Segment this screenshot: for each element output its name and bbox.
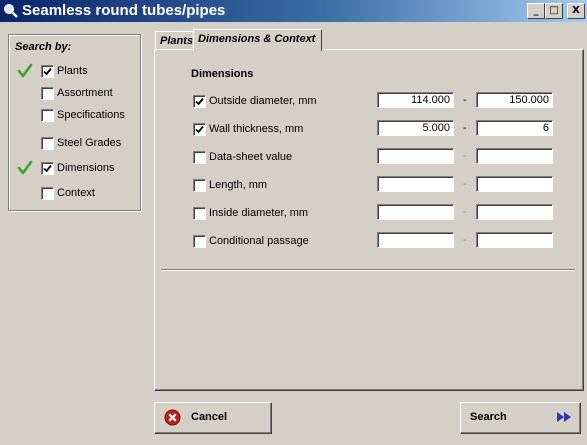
dimension-checkbox[interactable] — [193, 235, 206, 248]
dimension-row: Conditional passage - — [193, 232, 563, 250]
dimension-label: Data-sheet value — [209, 151, 293, 163]
dimensions-title: Dimensions — [191, 68, 254, 80]
title-bar[interactable]: Seamless round tubes/pipes _ □ X — [0, 0, 587, 22]
range-separator: - — [463, 206, 467, 218]
search-by-item-context[interactable]: Context — [9, 186, 140, 202]
search-by-item-specifications[interactable]: Specifications — [9, 108, 140, 124]
range-separator: - — [463, 178, 467, 190]
dimension-to-input[interactable] — [476, 204, 553, 220]
dimension-row: Wall thickness, mm 5.000-6 — [193, 120, 563, 138]
dimension-row: Outside diameter, mm 114.000-150.000 — [193, 92, 563, 110]
search-by-item-dimensions[interactable]: Dimensions — [9, 160, 140, 177]
dimension-to-input[interactable] — [476, 148, 553, 164]
search-by-checkbox[interactable] — [41, 162, 54, 175]
green-checkmark-icon — [17, 160, 33, 176]
dimension-to-input[interactable] — [476, 176, 553, 192]
search-button[interactable]: Search — [460, 402, 581, 434]
tab-dimensions-context[interactable]: Dimensions & Context — [193, 29, 322, 51]
search-by-item-label: Dimensions — [57, 162, 115, 174]
dimensions-context-panel: Dimensions Outside diameter, mm 114.000-1… — [154, 49, 584, 391]
dimension-checkbox[interactable] — [193, 95, 206, 108]
search-by-checkbox[interactable] — [41, 187, 54, 200]
dimension-from-input[interactable] — [377, 232, 454, 248]
dimension-checkbox[interactable] — [193, 207, 206, 220]
dimension-label: Inside diameter, mm — [209, 207, 309, 219]
dimension-checkbox[interactable] — [193, 123, 206, 136]
search-by-title: Search by: — [15, 41, 72, 53]
range-separator: - — [463, 94, 467, 106]
dimension-to-input[interactable] — [476, 232, 553, 248]
tab-plants[interactable]: Plants — [155, 31, 198, 51]
dimension-checkbox[interactable] — [193, 179, 206, 192]
separator — [161, 269, 575, 271]
dimension-from-input[interactable]: 5.000 — [377, 120, 454, 136]
search-by-item-label: Specifications — [57, 109, 125, 121]
search-by-item-label: Steel Grades — [57, 137, 122, 149]
dimension-row: Length, mm - — [193, 176, 563, 194]
search-by-checkbox[interactable] — [41, 87, 54, 100]
dimension-row: Data-sheet value - — [193, 148, 563, 166]
dimension-from-input[interactable] — [377, 204, 454, 220]
cancel-button[interactable]: Cancel — [154, 402, 272, 434]
search-by-item-label: Plants — [57, 65, 88, 77]
search-by-item-assortment[interactable]: Assortment — [9, 86, 140, 102]
dimension-from-input[interactable] — [377, 176, 454, 192]
search-by-item-label: Context — [57, 187, 95, 199]
dimension-from-input[interactable] — [377, 148, 454, 164]
dimension-label: Outside diameter, mm — [209, 95, 317, 107]
minimize-button[interactable]: _ — [527, 3, 545, 19]
close-button[interactable]: X — [567, 3, 585, 19]
green-checkmark-icon — [17, 63, 33, 79]
dimension-label: Wall thickness, mm — [209, 123, 304, 135]
search-by-checkbox[interactable] — [41, 137, 54, 150]
dimension-from-input[interactable]: 114.000 — [377, 92, 454, 108]
cancel-label: Cancel — [191, 411, 228, 423]
search-by-panel: Search by: Plants Assortment Specification… — [8, 34, 141, 211]
dimension-label: Length, mm — [209, 179, 268, 191]
range-separator: - — [463, 150, 467, 162]
fast-forward-icon — [556, 411, 572, 426]
range-separator: - — [463, 122, 467, 134]
search-by-item-label: Assortment — [57, 87, 113, 99]
window-title: Seamless round tubes/pipes — [22, 2, 226, 19]
dimension-to-input[interactable]: 6 — [476, 120, 553, 136]
range-separator: - — [463, 234, 467, 246]
maximize-button[interactable]: □ — [545, 3, 563, 19]
search-by-checkbox[interactable] — [41, 109, 54, 122]
cancel-icon — [164, 409, 181, 429]
search-by-item-plants[interactable]: Plants — [9, 63, 140, 80]
search-label: Search — [470, 411, 507, 423]
dimension-checkbox[interactable] — [193, 151, 206, 164]
search-by-checkbox[interactable] — [41, 65, 54, 78]
dimension-label: Conditional passage — [209, 235, 309, 247]
dimension-row: Inside diameter, mm - — [193, 204, 563, 222]
dimension-to-input[interactable]: 150.000 — [476, 92, 553, 108]
search-by-item-steel-grades[interactable]: Steel Grades — [9, 136, 140, 152]
magnifier-icon — [3, 3, 19, 19]
